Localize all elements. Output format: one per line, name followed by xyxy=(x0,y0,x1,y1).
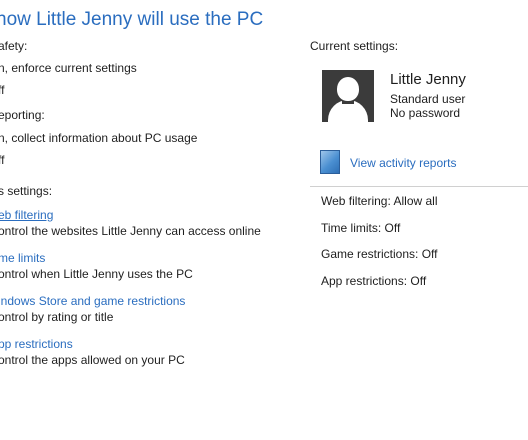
family-safety-label: afety: xyxy=(0,39,28,53)
activity-reporting-on-option[interactable]: n, collect information about PC usage xyxy=(0,131,197,145)
divider xyxy=(310,186,528,187)
activity-reporting-label: eporting: xyxy=(0,108,45,122)
activity-report-icon[interactable] xyxy=(320,150,340,174)
web-filtering-description: ontrol the websites Little Jenny can acc… xyxy=(0,224,261,238)
settings-label: s settings: xyxy=(0,184,53,198)
store-game-restrictions-description: ontrol by rating or title xyxy=(0,310,114,324)
user-account-type: Standard user xyxy=(390,92,466,106)
app-restrictions-status: App restrictions: Off xyxy=(321,274,427,288)
game-restrictions-status: Game restrictions: Off xyxy=(321,247,438,261)
time-limits-description: ontrol when Little Jenny uses the PC xyxy=(0,267,193,281)
view-activity-reports-link[interactable]: View activity reports xyxy=(350,156,456,170)
activity-reporting-off-option[interactable]: ff xyxy=(0,153,4,167)
time-limits-status: Time limits: Off xyxy=(321,221,401,235)
current-settings-label: Current settings: xyxy=(310,39,399,53)
user-name: Little Jenny xyxy=(390,71,466,88)
time-limits-link[interactable]: me limits xyxy=(0,251,45,265)
web-filtering-status: Web filtering: Allow all xyxy=(321,194,438,208)
app-restrictions-description: ontrol the apps allowed on your PC xyxy=(0,353,185,367)
page-title: how Little Jenny will use the PC xyxy=(0,9,264,30)
web-filtering-link[interactable]: eb filtering xyxy=(0,208,53,222)
family-safety-on-option[interactable]: n, enforce current settings xyxy=(0,61,137,75)
store-game-restrictions-link[interactable]: indows Store and game restrictions xyxy=(0,294,185,308)
app-restrictions-link[interactable]: pp restrictions xyxy=(0,337,73,351)
user-password-status: No password xyxy=(390,106,461,120)
user-avatar-icon xyxy=(322,70,374,122)
family-safety-off-option[interactable]: ff xyxy=(0,83,4,97)
